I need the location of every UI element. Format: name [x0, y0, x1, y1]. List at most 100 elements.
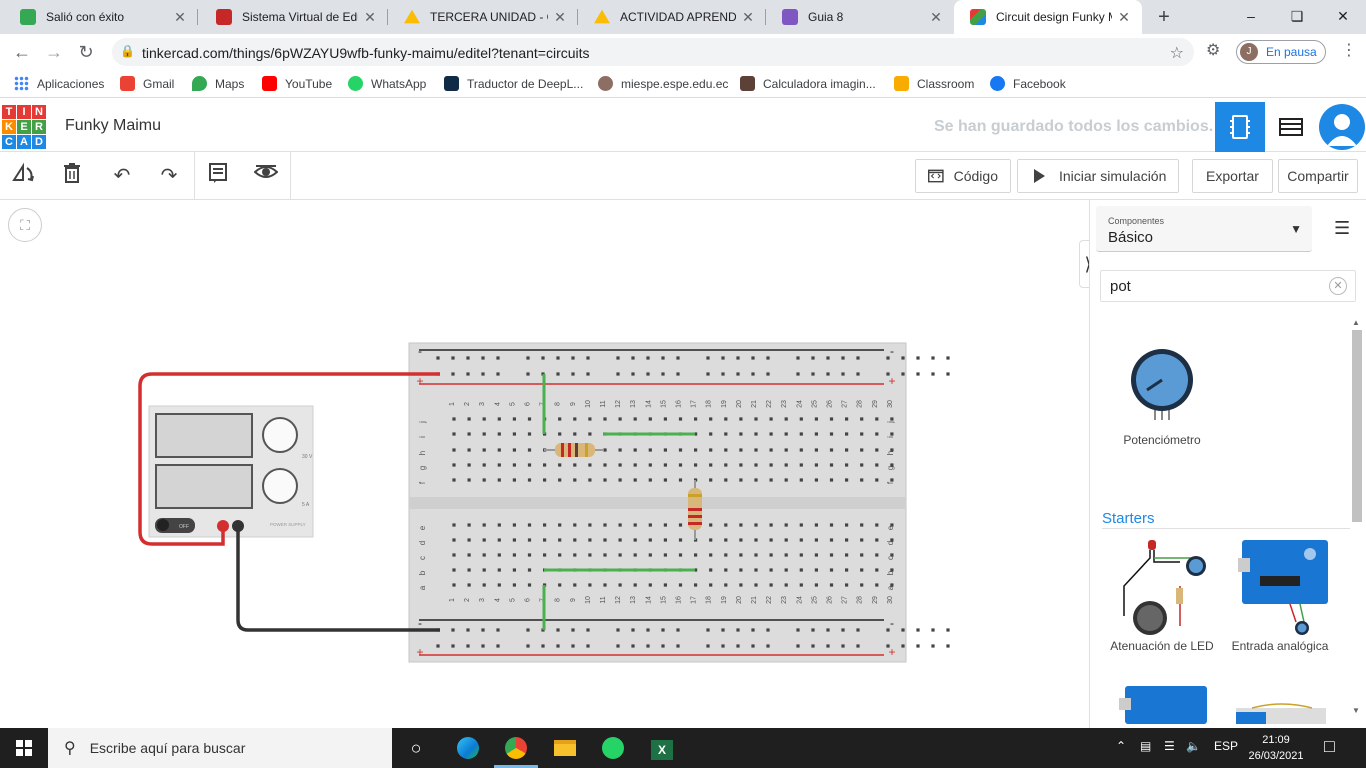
breadboard-hole[interactable]: [845, 432, 849, 436]
breadboard-hole[interactable]: [512, 553, 516, 557]
breadboard-hole[interactable]: [860, 478, 864, 482]
breadboard-hole[interactable]: [829, 538, 834, 542]
breadboard-hole[interactable]: [451, 628, 455, 632]
breadboard-hole[interactable]: [512, 523, 516, 527]
breadboard-hole[interactable]: [694, 553, 698, 557]
breadboard-hole[interactable]: [481, 628, 485, 632]
breadboard-hole[interactable]: [678, 538, 683, 542]
breadboard-hole[interactable]: [784, 417, 788, 421]
breadboard-hole[interactable]: [466, 372, 470, 376]
minimize-button[interactable]: –: [1228, 4, 1274, 28]
breadboard-hole[interactable]: [586, 644, 590, 648]
breadboard-hole[interactable]: [754, 432, 758, 436]
breadboard-hole[interactable]: [754, 478, 758, 482]
breadboard-hole[interactable]: [451, 356, 455, 360]
breadboard-hole[interactable]: [814, 417, 818, 421]
profile-button[interactable]: J En pausa: [1236, 40, 1326, 64]
breadboard-hole[interactable]: [814, 448, 818, 452]
breadboard-hole[interactable]: [739, 478, 743, 482]
breadboard-hole[interactable]: [558, 553, 562, 557]
breadboard-hole[interactable]: [527, 478, 532, 482]
breadboard-hole[interactable]: [709, 463, 713, 467]
breadboard-hole[interactable]: [769, 538, 773, 542]
breadboard-hole[interactable]: [573, 553, 577, 557]
scroll-down-arrow-icon[interactable]: ▼: [1352, 706, 1360, 715]
breadboard-hole[interactable]: [633, 523, 637, 527]
breadboard-hole[interactable]: [603, 523, 607, 527]
breadboard-hole[interactable]: [724, 583, 728, 587]
bookmark-whatsapp[interactable]: WhatsApp: [348, 76, 426, 91]
breadboard-hole[interactable]: [841, 628, 845, 632]
breadboard-hole[interactable]: [875, 478, 879, 482]
breadboard-hole[interactable]: [543, 463, 547, 467]
component-potentiometer[interactable]: Potenciómetro: [1112, 346, 1212, 447]
breadboard-hole[interactable]: [890, 432, 894, 436]
breadboard-hole[interactable]: [481, 644, 485, 648]
breadboard-hole[interactable]: [512, 478, 516, 482]
breadboard-hole[interactable]: [724, 448, 728, 452]
breadboard-hole[interactable]: [452, 478, 456, 482]
breadboard-hole[interactable]: [709, 583, 713, 587]
breadboard-hole[interactable]: [709, 523, 713, 527]
breadboard-hole[interactable]: [678, 553, 683, 557]
component-search-input[interactable]: [1101, 271, 1321, 301]
breadboard-hole[interactable]: [901, 644, 905, 648]
breadboard-hole[interactable]: [694, 448, 698, 452]
breadboard-hole[interactable]: [482, 417, 486, 421]
breadboard-hole[interactable]: [512, 417, 516, 421]
breadboard-hole[interactable]: [769, 523, 773, 527]
edge-icon[interactable]: [454, 734, 482, 762]
breadboard-hole[interactable]: [603, 417, 607, 421]
close-icon[interactable]: ✕: [552, 9, 568, 26]
breadboard-hole[interactable]: [496, 356, 500, 360]
breadboard-hole[interactable]: [663, 417, 667, 421]
breadboard-hole[interactable]: [633, 478, 637, 482]
circuit-canvas[interactable]: ⛶ 30 V 5 A OFF POWER SUPPLY 112233445566…: [0, 200, 1089, 728]
breadboard-hole[interactable]: [603, 478, 607, 482]
breadboard-hole[interactable]: [916, 628, 920, 632]
breadboard-hole[interactable]: [646, 628, 650, 632]
starter-analog-input[interactable]: Entrada analógica: [1226, 536, 1334, 653]
breadboard-hole[interactable]: [721, 356, 725, 360]
language-indicator[interactable]: ESP: [1214, 739, 1238, 753]
breadboard-hole[interactable]: [845, 478, 849, 482]
breadboard-hole[interactable]: [586, 628, 590, 632]
breadboard-hole[interactable]: [586, 372, 590, 376]
breadboard-hole[interactable]: [784, 448, 788, 452]
breadboard-hole[interactable]: [860, 553, 864, 557]
breadboard-hole[interactable]: [588, 417, 592, 421]
breadboard-hole[interactable]: [588, 538, 592, 542]
breadboard-hole[interactable]: [512, 568, 516, 572]
breadboard-hole[interactable]: [709, 448, 713, 452]
breadboard-hole[interactable]: [916, 644, 920, 648]
breadboard-hole[interactable]: [497, 553, 501, 557]
breadboard-hole[interactable]: [739, 448, 743, 452]
browser-tab-2[interactable]: Sistema Virtual de Educ ✕: [200, 0, 388, 34]
notes-icon[interactable]: [204, 162, 232, 190]
breadboard-hole[interactable]: [526, 372, 530, 376]
breadboard-hole[interactable]: [618, 583, 622, 587]
breadboard-hole[interactable]: [916, 356, 920, 360]
breadboard-hole[interactable]: [784, 432, 788, 436]
breadboard-hole[interactable]: [527, 432, 532, 436]
breadboard-hole[interactable]: [829, 448, 834, 452]
breadboard-hole[interactable]: [724, 432, 728, 436]
breadboard-hole[interactable]: [558, 463, 562, 467]
breadboard-hole[interactable]: [829, 417, 834, 421]
breadboard-hole[interactable]: [754, 553, 758, 557]
breadboard-hole[interactable]: [676, 628, 680, 632]
breadboard-hole[interactable]: [467, 523, 471, 527]
breadboard-hole[interactable]: [890, 417, 894, 421]
breadboard-hole[interactable]: [724, 568, 728, 572]
bookmark-deepl[interactable]: Traductor de DeepL...: [444, 76, 583, 91]
voltage-knob[interactable]: [262, 417, 298, 453]
breadboard-hole[interactable]: [603, 538, 607, 542]
breadboard-hole[interactable]: [875, 583, 879, 587]
breadboard-hole[interactable]: [875, 523, 879, 527]
breadboard-hole[interactable]: [814, 553, 818, 557]
breadboard-hole[interactable]: [451, 644, 455, 648]
breadboard-hole[interactable]: [452, 553, 456, 557]
breadboard-hole[interactable]: [482, 538, 486, 542]
breadboard-hole[interactable]: [588, 553, 592, 557]
breadboard-hole[interactable]: [496, 372, 500, 376]
